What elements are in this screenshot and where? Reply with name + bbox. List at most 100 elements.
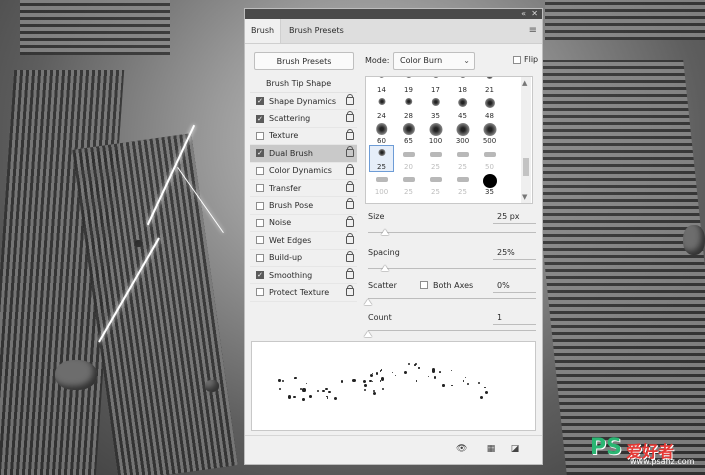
tab-brush[interactable]: Brush [245,19,282,43]
option-checkbox[interactable] [256,166,264,175]
option-checkbox[interactable] [256,184,264,193]
brush-tip-cell[interactable]: 17 [424,77,447,94]
lock-icon[interactable] [346,94,354,105]
scroll-up-icon[interactable]: ▲ [522,79,527,87]
panel-title-bar[interactable]: « ✕ [245,9,542,19]
option-checkbox[interactable] [256,131,264,140]
both-axes-checkbox[interactable] [420,281,428,289]
brush-tip-cell[interactable]: 21 [478,77,501,94]
brush-tip-cell[interactable]: 65 [397,120,420,145]
lock-icon[interactable] [346,163,354,175]
scatter-value[interactable]: 0% [497,281,510,290]
collapse-icon[interactable]: « [521,9,526,19]
brush-option-shape-dynamics[interactable]: ✓ Shape Dynamics [250,93,357,111]
brush-tip-cell[interactable]: 24 [370,95,393,120]
lock-icon[interactable] [346,215,354,227]
brush-tip-size: 100 [428,137,443,145]
count-value[interactable]: 1 [497,313,502,322]
brush-tip-cell[interactable]: 20 [397,146,420,171]
brush-tip-cell[interactable]: 25 [424,171,447,196]
brush-grid-icon[interactable]: ▦ [486,444,496,454]
lock-icon[interactable] [346,198,354,210]
brush-tip-size: 28 [404,111,413,120]
lock-icon[interactable] [346,111,354,123]
brush-option-smoothing[interactable]: ✓ Smoothing [250,267,357,285]
brush-tip-cell[interactable]: 300 [451,120,474,145]
brush-tip-cell[interactable]: 500 [478,120,501,145]
size-slider-track[interactable] [368,232,536,233]
lock-icon[interactable] [346,180,354,192]
size-slider-knob[interactable] [380,229,389,235]
flip-label: Flip [524,55,539,64]
brush-tip-cell[interactable]: 25 [369,144,394,172]
brush-tip-cell[interactable]: 25 [397,171,420,196]
brush-tip-cell[interactable]: 25 [424,146,447,171]
lock-icon[interactable] [346,233,354,245]
brush-option-transfer[interactable]: Transfer [250,180,357,198]
brush-option-texture[interactable]: Texture [250,128,357,146]
size-value[interactable]: 25 px [497,212,520,221]
spacing-value[interactable]: 25% [497,248,515,257]
brush-option-dual-brush[interactable]: ✓ Dual Brush [250,145,357,163]
count-slider-track[interactable] [368,330,536,331]
option-checkbox[interactable]: ✓ [256,149,264,158]
flip-option[interactable]: Flip [513,55,538,64]
brush-tip-cell[interactable]: 35 [478,171,501,196]
scroll-down-icon[interactable]: ▼ [522,193,527,201]
option-checkbox[interactable] [256,201,264,210]
mode-label: Mode: [365,56,390,65]
panel-menu-icon[interactable]: ≡ [529,25,537,36]
brush-tip-cell[interactable]: 35 [424,95,447,120]
option-checkbox[interactable] [256,236,264,245]
brush-option-build-up[interactable]: Build-up [250,250,357,267]
tab-brush-presets[interactable]: Brush Presets [283,19,350,43]
brush-option-brush-pose[interactable]: Brush Pose [250,197,357,215]
flip-checkbox[interactable] [513,55,521,64]
option-checkbox[interactable] [256,253,264,262]
close-icon[interactable]: ✕ [531,9,538,19]
scatter-slider-track[interactable] [368,298,536,299]
brush-tip-cell[interactable]: 50 [478,146,501,171]
option-checkbox[interactable]: ✓ [256,97,264,106]
brush-tip-cell[interactable]: 60 [370,120,393,145]
brush-tip-cell[interactable]: 48 [478,95,501,120]
brush-tip-cell[interactable]: 19 [397,77,420,94]
mode-dropdown[interactable]: Color Burn ⌄ [393,52,475,70]
toggle-live-tip-icon[interactable]: 👁 [456,444,467,454]
brush-tip-cell[interactable]: 100 [370,171,393,196]
brush-tip-cell[interactable]: 25 [451,171,474,196]
grid-scrollbar[interactable]: ▲ ▼ [521,77,531,203]
brush-option-color-dynamics[interactable]: Color Dynamics [250,163,357,180]
size-label: Size [368,212,385,221]
count-slider-knob[interactable] [364,331,372,337]
scatter-slider-knob[interactable] [364,299,372,305]
brush-tip-cell[interactable]: 18 [451,77,474,94]
lock-icon[interactable] [346,267,354,279]
option-checkbox[interactable]: ✓ [256,114,264,123]
option-checkbox[interactable]: ✓ [256,271,264,280]
option-checkbox[interactable] [256,288,264,297]
scatter-field [493,292,536,293]
lock-icon[interactable] [346,285,354,297]
brush-tip-cell[interactable]: 25 [451,146,474,171]
brush-tip-cell[interactable]: 28 [397,95,420,120]
lock-icon[interactable] [346,250,354,262]
brush-presets-button[interactable]: Brush Presets [254,52,354,70]
lock-icon[interactable] [346,128,354,140]
brush-option-protect-texture[interactable]: Protect Texture [250,284,357,302]
new-preset-icon[interactable]: ◪ [510,444,520,454]
option-checkbox[interactable] [256,218,264,227]
brush-option-noise[interactable]: Noise [250,215,357,233]
scroll-thumb[interactable] [523,158,529,176]
spacing-slider-knob[interactable] [380,265,389,271]
brush-tip-cell[interactable]: 45 [451,95,474,120]
brush-tip-shape-item[interactable]: Brush Tip Shape [250,76,357,93]
brush-tip-cell[interactable]: 14 [370,77,393,94]
brush-option-scattering[interactable]: ✓ Scattering [250,110,357,128]
lock-icon[interactable] [346,146,354,158]
brush-tip-cell[interactable]: 100 [424,120,447,145]
brush-tip-grid[interactable]: 14 19 17 18 21 24 28 35 45 48 60 65 100 300 500 25 20 25 2… [365,76,533,204]
spacing-slider-track[interactable] [368,268,536,269]
brush-panel: « ✕ Brush Brush Presets ≡ Brush Presets … [244,8,543,465]
brush-option-wet-edges[interactable]: Wet Edges [250,232,357,250]
